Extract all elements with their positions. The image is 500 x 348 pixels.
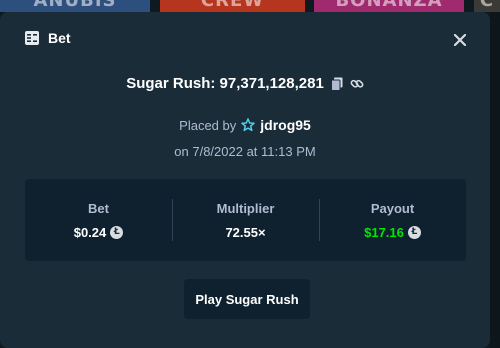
stat-bet: Bet $0.24 Ł bbox=[25, 179, 172, 261]
placed-by-line: Placed by jdrog95 bbox=[0, 117, 490, 133]
username-link[interactable]: jdrog95 bbox=[260, 117, 311, 133]
vip-star-icon bbox=[241, 118, 255, 132]
bet-stats-panel: Bet $0.24 Ł Multiplier 72.55× Payout $17… bbox=[25, 179, 466, 261]
bet-value: $0.24 Ł bbox=[74, 225, 124, 240]
copy-button[interactable] bbox=[330, 77, 344, 91]
litecoin-icon: Ł bbox=[407, 225, 421, 239]
play-game-button[interactable]: Play Sugar Rush bbox=[184, 279, 310, 319]
bet-amount: $0.24 bbox=[73, 224, 107, 240]
link-button[interactable] bbox=[350, 77, 364, 91]
bet-date: on 7/8/2022 at 11:13 PM bbox=[174, 144, 316, 159]
background-edge bbox=[490, 12, 500, 348]
game-id-line: Sugar Rush: 97,371,128,281 bbox=[0, 75, 490, 92]
background-tile-crew: CREW bbox=[160, 0, 305, 12]
background-tile-bonanza: BONANZA bbox=[314, 0, 464, 12]
close-button[interactable] bbox=[452, 32, 468, 48]
link-icon bbox=[350, 79, 364, 88]
payout-amount: $17.16 bbox=[364, 224, 404, 240]
stat-payout: Payout $17.16 Ł bbox=[319, 179, 466, 261]
close-icon bbox=[454, 34, 466, 46]
litecoin-icon: Ł bbox=[110, 225, 124, 239]
multiplier-value: 72.55× bbox=[225, 224, 266, 240]
background-tile-anubis: ANUBIS bbox=[0, 0, 150, 12]
bet-details-modal: Bet Sugar Rush: 97,371,128,281 Placed by bbox=[0, 12, 490, 348]
background-tile-partial: C bbox=[474, 0, 500, 12]
multiplier-label: Multiplier bbox=[216, 200, 275, 216]
game-name-id: Sugar Rush: 97,371,128,281 bbox=[126, 75, 324, 92]
modal-header: Bet bbox=[24, 30, 71, 46]
background-game-strip: ANUBIS CREW BONANZA C bbox=[0, 0, 500, 12]
bet-label: Bet bbox=[88, 200, 109, 216]
placed-by-label: Placed by bbox=[179, 117, 237, 133]
payout-label: Payout bbox=[370, 200, 415, 216]
bet-slip-icon bbox=[24, 30, 40, 46]
stat-multiplier: Multiplier 72.55× bbox=[172, 179, 319, 261]
copy-icon bbox=[330, 77, 343, 91]
modal-title: Bet bbox=[48, 30, 71, 46]
payout-value: $17.16 Ł bbox=[364, 225, 421, 240]
